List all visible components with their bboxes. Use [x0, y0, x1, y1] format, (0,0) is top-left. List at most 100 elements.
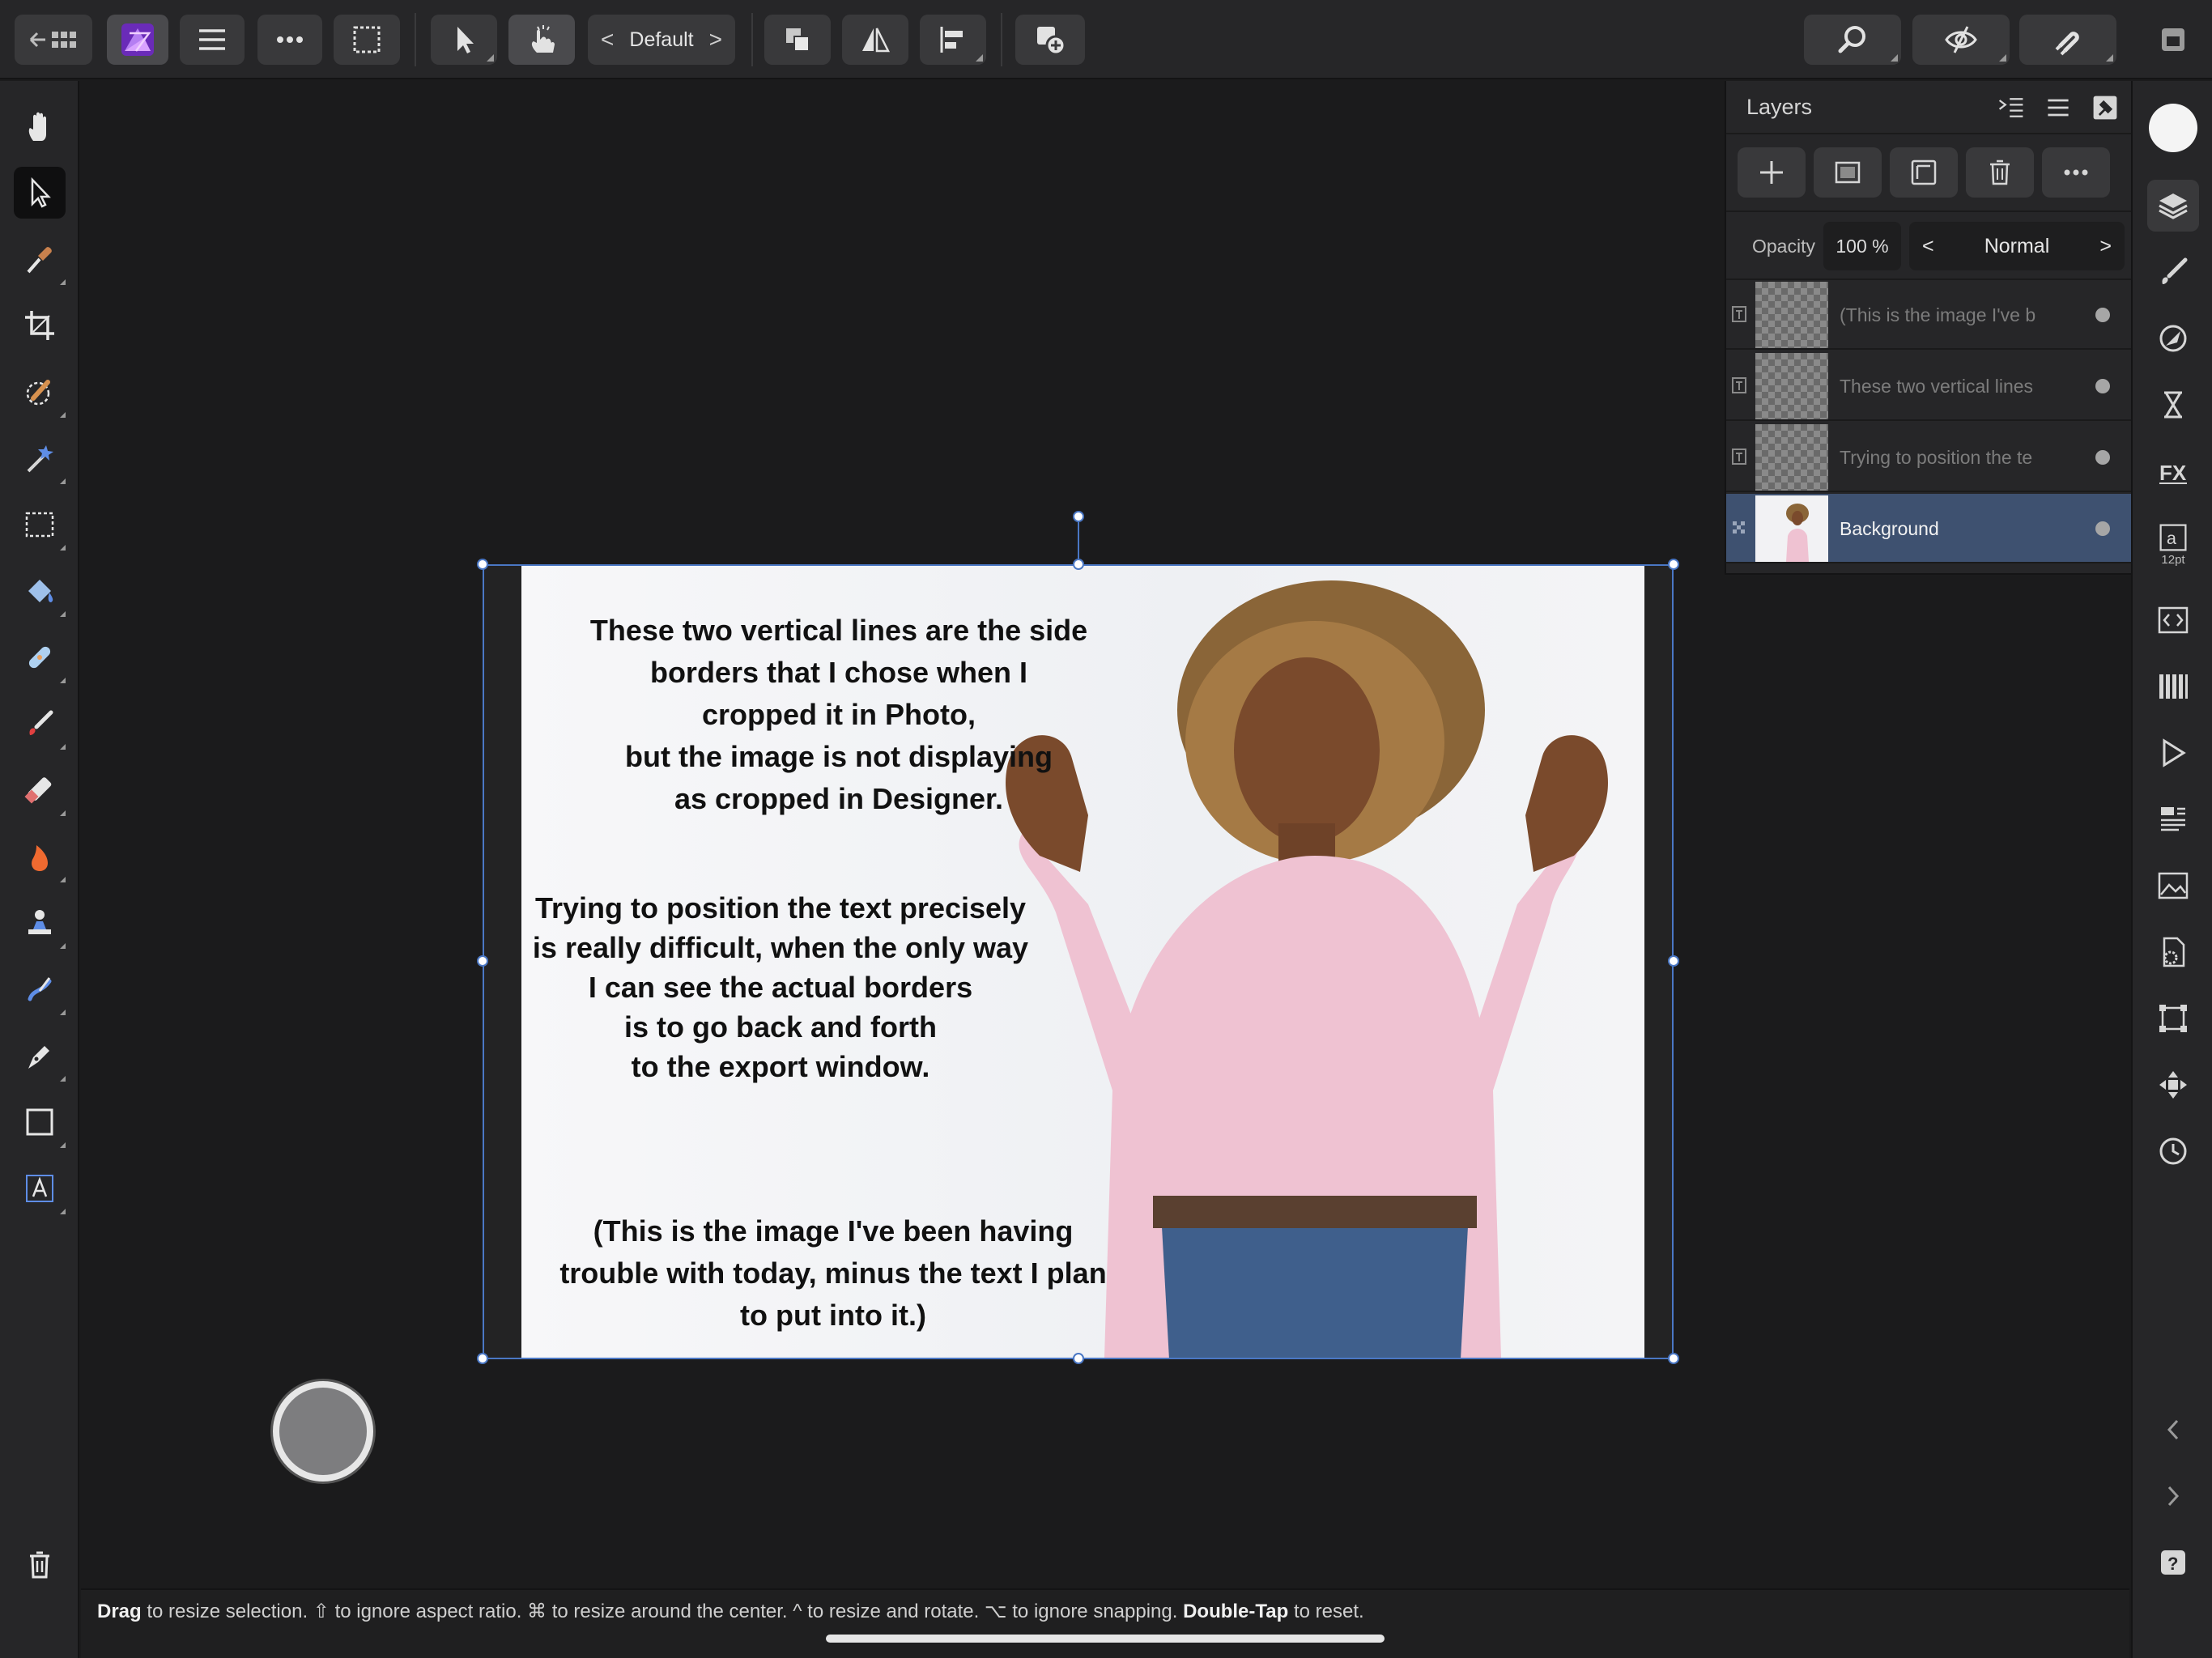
layer-row[interactable]: These two vertical lines	[1726, 351, 2131, 421]
history-filter-studio-button[interactable]	[2147, 379, 2199, 431]
selection-brush-tool[interactable]	[14, 366, 66, 418]
layer-more-button[interactable]	[2042, 147, 2110, 198]
caption-vertical-lines: These two vertical lines are the side bo…	[589, 614, 1088, 815]
blend-mode-selector[interactable]: < Normal >	[1909, 222, 2125, 270]
document-canvas[interactable]: These two vertical lines are the side bo…	[483, 564, 1674, 1359]
burn-brush-tool[interactable]	[14, 831, 66, 882]
collapse-left-button[interactable]	[2147, 1404, 2199, 1456]
resize-handle-bottom[interactable]	[1073, 1353, 1084, 1364]
menu-button[interactable]	[180, 15, 245, 65]
resize-handle-bottom-right[interactable]	[1668, 1353, 1679, 1364]
add-mask-button[interactable]	[1814, 147, 1882, 198]
document-settings-studio-button[interactable]	[2147, 926, 2199, 978]
blend-prev-chevron-icon[interactable]: <	[1922, 235, 1934, 258]
move-tool-mode-button[interactable]	[431, 15, 497, 65]
marquee-tool[interactable]	[14, 499, 66, 551]
documents-back-button[interactable]	[15, 15, 92, 65]
crop-icon	[25, 311, 54, 340]
crop-tool[interactable]	[14, 300, 66, 351]
smudge-tool[interactable]	[14, 963, 66, 1015]
add-document-button[interactable]	[1015, 15, 1085, 65]
hint-part-1: to resize selection. ⇧ to ignore aspect …	[141, 1601, 1184, 1622]
pin-panel-button[interactable]	[2089, 91, 2121, 124]
visibility-toggle[interactable]	[2095, 450, 2110, 465]
move-tool[interactable]	[14, 167, 66, 219]
info-studio-button[interactable]	[2147, 793, 2199, 845]
pen-tool[interactable]	[14, 1030, 66, 1082]
rectangle-tool[interactable]	[14, 1096, 66, 1148]
help-window-button[interactable]	[2149, 15, 2197, 65]
resize-handle-left[interactable]	[477, 955, 488, 967]
text-styles-studio-button[interactable]: a 12pt	[2147, 512, 2199, 576]
text-layer-icon	[1731, 376, 1747, 394]
caption-position-text: Trying to position the text precisely is…	[532, 891, 1029, 1083]
move-studio-button[interactable]	[2147, 1059, 2199, 1111]
brushes-studio-button[interactable]	[2147, 246, 2199, 298]
panel-menu-button[interactable]	[2042, 91, 2074, 124]
visibility-toggle[interactable]	[2095, 379, 2110, 393]
snapping-preset-selector[interactable]: < Default >	[588, 15, 735, 65]
layer-row-background[interactable]: Background	[1726, 494, 2131, 563]
rotation-handle[interactable]	[1073, 511, 1084, 522]
flip-button[interactable]	[842, 15, 908, 65]
resize-handle-top[interactable]	[1073, 559, 1084, 570]
layers-studio-button[interactable]	[2147, 180, 2199, 232]
resize-handle-bottom-left[interactable]	[477, 1353, 488, 1364]
channels-studio-button[interactable]	[2147, 661, 2199, 712]
selection-button[interactable]	[334, 15, 400, 65]
home-indicator[interactable]	[826, 1635, 1385, 1643]
flip-horizontal-icon	[862, 28, 891, 53]
layer-row[interactable]: (This is the image I've b	[1726, 280, 2131, 350]
adjustments-studio-button[interactable]	[2147, 312, 2199, 364]
preview-mode-button[interactable]	[1912, 15, 2010, 65]
info-list-icon	[2161, 807, 2185, 831]
clone-brush-tool[interactable]	[14, 897, 66, 949]
layer-row[interactable]: Trying to position the te	[1726, 423, 2131, 492]
blend-next-chevron-icon[interactable]: >	[2099, 235, 2112, 258]
arrange-button[interactable]	[764, 15, 831, 65]
pixel-layer-icon	[1731, 519, 1747, 537]
more-button[interactable]	[257, 15, 322, 65]
collapse-right-button[interactable]	[2147, 1470, 2199, 1522]
effects-studio-button[interactable]: FX	[2147, 445, 2199, 497]
resize-handle-top-right[interactable]	[1668, 559, 1679, 570]
color-picker-tool[interactable]	[14, 233, 66, 285]
gesture-mode-button[interactable]	[508, 15, 575, 65]
inpainting-tool[interactable]	[14, 631, 66, 683]
paint-brush-tool[interactable]	[14, 698, 66, 750]
view-button[interactable]	[1804, 15, 1901, 65]
visibility-toggle[interactable]	[2095, 308, 2110, 322]
text-tool[interactable]	[14, 1163, 66, 1214]
visibility-toggle[interactable]	[2095, 521, 2110, 536]
stock-studio-button[interactable]	[2147, 860, 2199, 912]
delete-layer-button[interactable]	[1966, 147, 2034, 198]
flood-select-tool[interactable]	[14, 432, 66, 484]
photo-persona-button[interactable]	[107, 15, 168, 65]
hint-part-2: to reset.	[1288, 1601, 1364, 1622]
command-controller-button[interactable]	[273, 1381, 373, 1482]
group-layers-button[interactable]	[1890, 147, 1958, 198]
help-button[interactable]: ?	[2147, 1537, 2199, 1588]
color-studio-button[interactable]	[2147, 102, 2199, 154]
macro-studio-button[interactable]	[2147, 594, 2199, 646]
flood-fill-tool[interactable]	[14, 565, 66, 617]
preset-prev-chevron-icon[interactable]: <	[601, 27, 614, 53]
navigator-studio-button[interactable]	[2147, 727, 2199, 779]
view-tool[interactable]	[14, 100, 66, 152]
transform-studio-button[interactable]	[2147, 993, 2199, 1044]
align-button[interactable]	[920, 15, 986, 65]
delete-button[interactable]	[14, 1538, 66, 1590]
layers-header: Layers	[1726, 81, 2131, 134]
erase-brush-tool[interactable]	[14, 764, 66, 816]
preset-next-chevron-icon[interactable]: >	[709, 27, 722, 53]
add-layer-button[interactable]	[1738, 147, 1806, 198]
chevron-right-icon	[2167, 1486, 2180, 1507]
arrow-cursor-icon	[457, 27, 474, 53]
snapping-button[interactable]	[2019, 15, 2116, 65]
text-layer-icon	[1731, 305, 1747, 323]
resize-handle-right[interactable]	[1668, 955, 1679, 967]
opacity-field[interactable]: 100 %	[1823, 222, 1901, 270]
history-studio-button[interactable]	[2147, 1125, 2199, 1177]
collapse-panel-button[interactable]	[1995, 91, 2027, 124]
resize-handle-top-left[interactable]	[477, 559, 488, 570]
